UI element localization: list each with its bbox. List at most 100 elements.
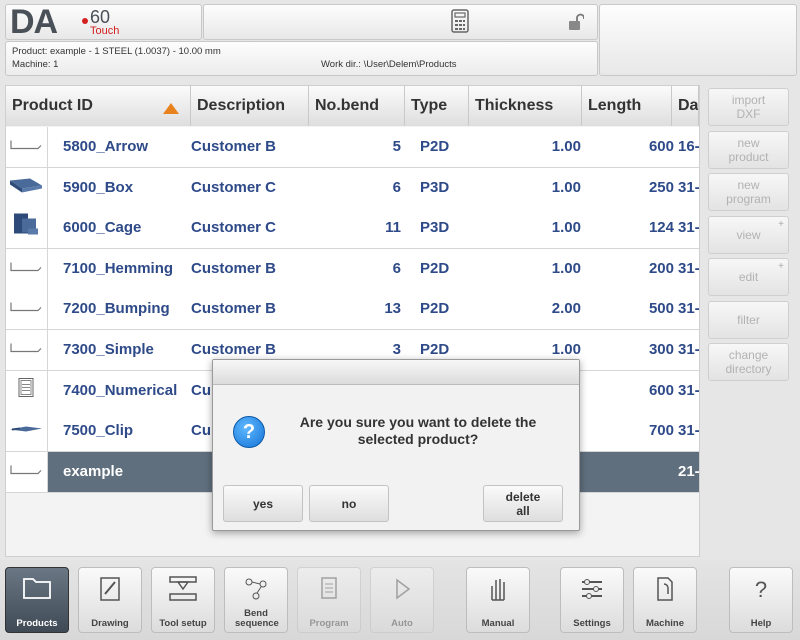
profile-2d-icon bbox=[6, 248, 48, 289]
side-button-label: import DXF bbox=[731, 93, 766, 121]
table-row[interactable]: 5900_BoxCustomer C6P3D1.0025031-0 bbox=[6, 167, 699, 209]
side-button-change-directory[interactable]: change directory bbox=[708, 343, 789, 381]
cell-date: 31-0 bbox=[678, 422, 699, 440]
cell-desc: Customer C bbox=[191, 178, 277, 196]
profile-2d-icon bbox=[6, 330, 48, 370]
nav-bend-sequence[interactable]: Bend sequence bbox=[224, 567, 288, 633]
logo-main: DA bbox=[10, 3, 58, 41]
side-button-label: edit bbox=[738, 270, 759, 284]
product-info: Product: example - 1 STEEL (1.0037) - 10… bbox=[12, 46, 221, 57]
nav-label: Auto bbox=[391, 618, 413, 629]
profile-2d-icon bbox=[6, 289, 48, 330]
nav-label: Tool setup bbox=[159, 618, 207, 629]
column-header-3[interactable]: Type bbox=[405, 86, 469, 126]
profile-2d-icon bbox=[6, 451, 48, 492]
side-button-new-product[interactable]: new product bbox=[708, 130, 789, 169]
help-icon: ? bbox=[730, 574, 792, 609]
pencil-icon bbox=[79, 574, 141, 609]
nav-products[interactable]: Products bbox=[5, 567, 69, 633]
side-button-view[interactable]: view + bbox=[708, 215, 789, 254]
side-button-label: view bbox=[736, 227, 761, 242]
cell-thickness: 1.00 bbox=[551, 178, 581, 196]
profile-2d-icon bbox=[6, 127, 48, 167]
table-row[interactable]: 6000_CageCustomer C11P3D1.0012431-0 bbox=[6, 208, 699, 250]
cell-date: 31-0 bbox=[678, 300, 699, 318]
table-row[interactable]: 7200_BumpingCustomer B13P2D2.0050031-0 bbox=[6, 289, 699, 331]
calculator-icon[interactable] bbox=[451, 9, 469, 38]
machine-info: Machine: 1 bbox=[12, 59, 59, 70]
no-button[interactable]: no bbox=[309, 485, 389, 522]
cell-date: 16-0 bbox=[678, 138, 699, 155]
nav-settings[interactable]: Settings bbox=[560, 567, 624, 633]
machine-icon bbox=[634, 574, 696, 609]
nav-label: Manual bbox=[481, 618, 515, 629]
side-button-edit[interactable]: edit + bbox=[708, 258, 789, 296]
row-cells: 5900_BoxCustomer C6P3D1.0025031-0 bbox=[48, 168, 699, 208]
cell-bends: 5 bbox=[392, 138, 401, 155]
nav-label: Drawing bbox=[91, 618, 129, 629]
plus-icon: + bbox=[778, 261, 784, 272]
cell-desc: Customer C bbox=[191, 219, 277, 237]
nav-tool-setup[interactable]: Tool setup bbox=[151, 567, 215, 633]
delete-all-button[interactable]: delete all bbox=[483, 485, 563, 522]
delete-confirm-dialog: ? Are you sure you want to delete the se… bbox=[212, 359, 580, 531]
program-icon bbox=[298, 574, 360, 609]
sort-ascending-icon bbox=[163, 101, 179, 119]
cell-thickness: 1.00 bbox=[551, 138, 581, 155]
row-cells: 7100_HemmingCustomer B6P2D1.0020031-0 bbox=[48, 249, 699, 289]
yes-button[interactable]: yes bbox=[223, 485, 303, 522]
cell-id: 6000_Cage bbox=[63, 219, 142, 237]
cell-length: 250 bbox=[648, 178, 674, 196]
side-button-filter[interactable]: filter bbox=[708, 300, 789, 339]
row-cells: 6000_CageCustomer C11P3D1.0012431-0 bbox=[48, 208, 699, 248]
unlock-icon[interactable] bbox=[568, 13, 585, 36]
side-button-label: change directory bbox=[725, 348, 772, 376]
folder-icon bbox=[6, 574, 68, 605]
cell-id: 5900_Box bbox=[63, 178, 134, 196]
nav-machine[interactable]: Machine bbox=[633, 567, 697, 633]
cell-length bbox=[582, 452, 674, 492]
svg-text:?: ? bbox=[755, 577, 767, 602]
cell-id: 7100_Hemming bbox=[63, 259, 174, 277]
cell-length: 200 bbox=[648, 259, 674, 277]
column-header-2[interactable]: No.bend bbox=[309, 86, 405, 126]
hand-icon bbox=[467, 574, 529, 609]
row-cells: 7200_BumpingCustomer B13P2D2.0050031-0 bbox=[48, 289, 699, 329]
workdir-info: Work dir.: \User\Delem\Products bbox=[321, 59, 457, 70]
nav-label: Help bbox=[750, 618, 772, 629]
nav-label: Program bbox=[309, 618, 349, 629]
play-icon bbox=[371, 574, 433, 609]
column-header-4[interactable]: Thickness bbox=[469, 86, 582, 126]
status-box bbox=[599, 4, 797, 76]
nav-manual[interactable]: Manual bbox=[466, 567, 530, 633]
cell-id: 7400_Numerical bbox=[63, 381, 178, 399]
cell-date: 31-0 bbox=[678, 178, 699, 196]
cell-bends: 6 bbox=[392, 259, 401, 277]
cell-length: 600 bbox=[648, 138, 674, 155]
cell-desc: Customer B bbox=[191, 300, 277, 318]
cell-id: 7300_Simple bbox=[63, 341, 154, 358]
cell-bends: 11 bbox=[385, 219, 401, 237]
side-button-import-dxf[interactable]: import DXF bbox=[708, 88, 789, 126]
cell-date: 21-0 bbox=[678, 462, 699, 480]
column-header-5[interactable]: Length bbox=[582, 86, 672, 126]
cell-bends: 6 bbox=[392, 178, 401, 196]
cage-3d-icon bbox=[6, 208, 48, 249]
side-button-label: new product bbox=[728, 135, 769, 164]
column-header-1[interactable]: Description bbox=[191, 86, 309, 126]
logo-sub: Touch bbox=[90, 25, 120, 37]
bend-sequence-icon bbox=[225, 574, 287, 607]
nav-help[interactable]: ? Help bbox=[729, 567, 793, 633]
cell-length: 300 bbox=[648, 341, 674, 358]
cell-desc: Customer B bbox=[191, 259, 277, 277]
side-button-new-program[interactable]: new program bbox=[708, 173, 789, 211]
cell-length: 600 bbox=[648, 381, 674, 399]
logo-box: DA 60 Touch bbox=[5, 3, 202, 41]
table-row[interactable]: 7100_HemmingCustomer B6P2D1.0020031-0 bbox=[6, 248, 699, 290]
column-header-6[interactable]: Dat bbox=[672, 86, 699, 126]
nav-drawing[interactable]: Drawing bbox=[78, 567, 142, 633]
cell-id: example bbox=[63, 462, 124, 480]
cell-id: 5800_Arrow bbox=[63, 138, 149, 155]
product-info-bar: Product: example - 1 STEEL (1.0037) - 10… bbox=[5, 41, 598, 76]
table-row[interactable]: 5800_ArrowCustomer B5P2D1.0060016-0 bbox=[6, 127, 699, 168]
